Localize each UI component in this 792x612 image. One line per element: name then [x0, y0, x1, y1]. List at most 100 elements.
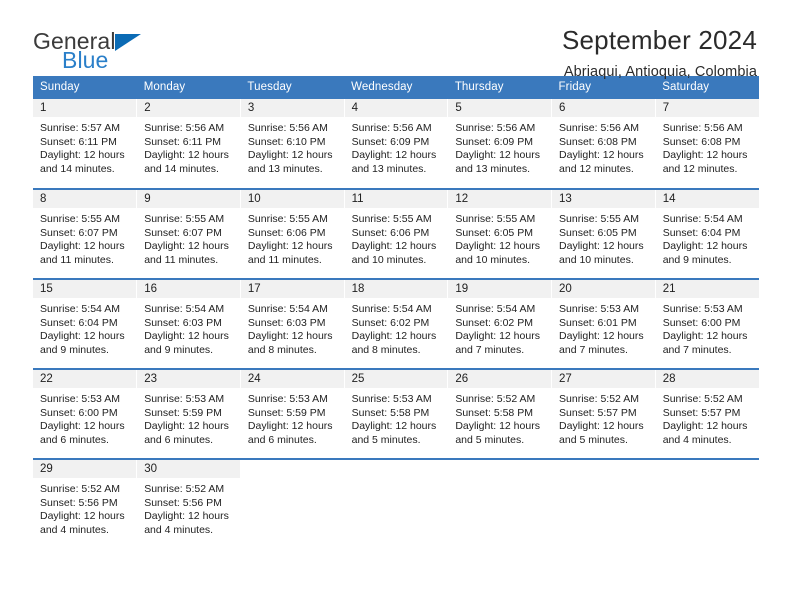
day-cell[interactable]: 17 Sunrise: 5:54 AM Sunset: 6:03 PM Dayl…: [239, 278, 345, 369]
general-blue-logo[interactable]: General Blue: [33, 26, 141, 72]
day-cell[interactable]: 20 Sunrise: 5:53 AM Sunset: 6:01 PM Dayl…: [551, 278, 656, 369]
daylight-text-line2: and 4 minutes.: [662, 433, 732, 446]
daylight-text-line2: and 11 minutes.: [247, 253, 322, 266]
title-block: September 2024 Abriaqui, Antioquia, Colo…: [562, 26, 758, 80]
sunrise-text: Sunrise: 5:55 AM: [351, 213, 432, 225]
sunset-text: Sunset: 6:06 PM: [247, 226, 326, 239]
day-cell[interactable]: 29 Sunrise: 5:52 AM Sunset: 5:56 PM Dayl…: [33, 458, 137, 549]
day-details: Sunrise: 5:55 AM Sunset: 6:06 PM Dayligh…: [345, 208, 448, 267]
weekday-header-sunday: Sunday: [33, 76, 137, 99]
sunrise-text: Sunrise: 5:55 AM: [559, 213, 639, 225]
sunset-text: Sunset: 6:00 PM: [662, 316, 741, 329]
day-details: Sunrise: 5:53 AM Sunset: 5:58 PM Dayligh…: [345, 388, 448, 447]
day-number: 23: [137, 370, 240, 388]
daylight-text-line2: and 13 minutes.: [455, 162, 531, 175]
day-cell[interactable]: 12 Sunrise: 5:55 AM Sunset: 6:05 PM Dayl…: [447, 188, 552, 279]
day-details: Sunrise: 5:52 AM Sunset: 5:56 PM Dayligh…: [137, 478, 240, 537]
location-subtitle: Abriaqui, Antioquia, Colombia: [563, 63, 757, 80]
calendar-week-row: 1 Sunrise: 5:57 AM Sunset: 6:11 PM Dayli…: [33, 99, 759, 189]
day-cell[interactable]: 5 Sunrise: 5:56 AM Sunset: 6:09 PM Dayli…: [447, 99, 552, 189]
day-details: Sunrise: 5:55 AM Sunset: 6:07 PM Dayligh…: [137, 208, 240, 267]
daylight-text-line2: and 14 minutes.: [144, 162, 219, 175]
day-cell[interactable]: 2 Sunrise: 5:56 AM Sunset: 6:11 PM Dayli…: [136, 99, 241, 189]
day-cell[interactable]: 4 Sunrise: 5:56 AM Sunset: 6:09 PM Dayli…: [343, 99, 448, 189]
day-cell[interactable]: 21 Sunrise: 5:53 AM Sunset: 6:00 PM Dayl…: [654, 278, 759, 369]
day-cell[interactable]: 27 Sunrise: 5:52 AM Sunset: 5:57 PM Dayl…: [551, 368, 656, 459]
day-details: Sunrise: 5:56 AM Sunset: 6:09 PM Dayligh…: [448, 117, 551, 176]
day-cell[interactable]: 28 Sunrise: 5:52 AM Sunset: 5:57 PM Dayl…: [654, 368, 759, 459]
day-number: [552, 460, 655, 478]
sunset-text: Sunset: 5:58 PM: [455, 406, 533, 419]
sunset-text: Sunset: 5:56 PM: [144, 496, 222, 509]
day-cell[interactable]: 15 Sunrise: 5:54 AM Sunset: 6:04 PM Dayl…: [33, 278, 137, 369]
calendar-week-row: 22 Sunrise: 5:53 AM Sunset: 6:00 PM Dayl…: [33, 368, 759, 459]
day-cell[interactable]: 23 Sunrise: 5:53 AM Sunset: 5:59 PM Dayl…: [136, 368, 241, 459]
day-cell[interactable]: 8 Sunrise: 5:55 AM Sunset: 6:07 PM Dayli…: [33, 188, 137, 279]
day-details: Sunrise: 5:56 AM Sunset: 6:09 PM Dayligh…: [345, 117, 448, 176]
sunrise-text: Sunrise: 5:52 AM: [559, 393, 639, 405]
daylight-text-line2: and 13 minutes.: [351, 162, 427, 175]
triangle-flag-icon: [114, 34, 141, 51]
daylight-text-line2: and 6 minutes.: [247, 433, 317, 446]
sunrise-text: Sunrise: 5:55 AM: [144, 213, 225, 225]
sunrise-text: Sunrise: 5:56 AM: [351, 122, 432, 134]
day-number: [344, 460, 448, 478]
daylight-text-line2: and 10 minutes.: [559, 253, 634, 266]
day-details: Sunrise: 5:54 AM Sunset: 6:04 PM Dayligh…: [656, 208, 759, 267]
day-cell[interactable]: 9 Sunrise: 5:55 AM Sunset: 6:07 PM Dayli…: [136, 188, 241, 279]
day-number: [655, 460, 759, 478]
day-cell[interactable]: 24 Sunrise: 5:53 AM Sunset: 5:59 PM Dayl…: [239, 368, 345, 459]
day-cell[interactable]: 11 Sunrise: 5:55 AM Sunset: 6:06 PM Dayl…: [343, 188, 448, 279]
day-cell[interactable]: 13 Sunrise: 5:55 AM Sunset: 6:05 PM Dayl…: [551, 188, 656, 279]
sunset-text: Sunset: 6:03 PM: [247, 316, 326, 329]
day-cell-empty: [239, 458, 345, 549]
daylight-text-line1: Daylight: 12 hours: [455, 330, 540, 343]
day-cell[interactable]: 3 Sunrise: 5:56 AM Sunset: 6:10 PM Dayli…: [239, 99, 345, 189]
day-number: 9: [137, 190, 240, 208]
sunrise-text: Sunrise: 5:52 AM: [455, 393, 536, 405]
sunset-text: Sunset: 6:07 PM: [40, 226, 118, 239]
day-details: Sunrise: 5:55 AM Sunset: 6:07 PM Dayligh…: [33, 208, 136, 267]
page-header: General Blue September 2024 Abriaqui, An…: [0, 0, 792, 80]
day-number: 22: [33, 370, 137, 388]
day-cell[interactable]: 30 Sunrise: 5:52 AM Sunset: 5:56 PM Dayl…: [136, 458, 241, 549]
sunrise-text: Sunrise: 5:55 AM: [40, 213, 120, 225]
day-cell[interactable]: 22 Sunrise: 5:53 AM Sunset: 6:00 PM Dayl…: [33, 368, 137, 459]
day-cell[interactable]: 6 Sunrise: 5:56 AM Sunset: 6:08 PM Dayli…: [551, 99, 656, 189]
day-cell[interactable]: 1 Sunrise: 5:57 AM Sunset: 6:11 PM Dayli…: [33, 99, 137, 189]
day-cell[interactable]: 10 Sunrise: 5:55 AM Sunset: 6:06 PM Dayl…: [239, 188, 345, 279]
sunrise-text: Sunrise: 5:54 AM: [455, 303, 536, 315]
day-cell-empty: [447, 458, 552, 549]
day-cell[interactable]: 26 Sunrise: 5:52 AM Sunset: 5:58 PM Dayl…: [447, 368, 552, 459]
calendar-week-row: 15 Sunrise: 5:54 AM Sunset: 6:04 PM Dayl…: [33, 278, 759, 369]
day-number: 27: [552, 370, 655, 388]
daylight-text-line1: Daylight: 12 hours: [40, 240, 125, 253]
weekday-header-tuesday: Tuesday: [240, 76, 345, 99]
daylight-text-line1: Daylight: 12 hours: [455, 420, 540, 433]
sunrise-text: Sunrise: 5:55 AM: [247, 213, 328, 225]
day-number: 4: [344, 99, 448, 117]
daylight-text-line1: Daylight: 12 hours: [247, 420, 333, 433]
day-number: [448, 460, 552, 478]
day-cell[interactable]: 25 Sunrise: 5:53 AM Sunset: 5:58 PM Dayl…: [343, 368, 448, 459]
sunrise-text: Sunrise: 5:54 AM: [247, 303, 328, 315]
daylight-text-line1: Daylight: 12 hours: [662, 330, 748, 343]
day-cell[interactable]: 14 Sunrise: 5:54 AM Sunset: 6:04 PM Dayl…: [654, 188, 759, 279]
day-cell[interactable]: 16 Sunrise: 5:54 AM Sunset: 6:03 PM Dayl…: [136, 278, 241, 369]
sunset-text: Sunset: 6:10 PM: [247, 135, 326, 148]
daylight-text-line1: Daylight: 12 hours: [351, 149, 437, 162]
sunrise-text: Sunrise: 5:56 AM: [662, 122, 743, 134]
day-details: Sunrise: 5:53 AM Sunset: 6:01 PM Dayligh…: [552, 298, 655, 357]
sunrise-text: Sunrise: 5:52 AM: [662, 393, 743, 405]
day-number: 5: [448, 99, 552, 117]
day-cell[interactable]: 18 Sunrise: 5:54 AM Sunset: 6:02 PM Dayl…: [343, 278, 448, 369]
sunrise-text: Sunrise: 5:52 AM: [144, 483, 225, 495]
daylight-text-line1: Daylight: 12 hours: [351, 330, 437, 343]
day-cell[interactable]: 7 Sunrise: 5:56 AM Sunset: 6:08 PM Dayli…: [654, 99, 759, 189]
day-cell[interactable]: 19 Sunrise: 5:54 AM Sunset: 6:02 PM Dayl…: [447, 278, 552, 369]
daylight-text-line1: Daylight: 12 hours: [662, 149, 748, 162]
day-number: 11: [344, 190, 448, 208]
sunrise-text: Sunrise: 5:53 AM: [144, 393, 225, 405]
daylight-text-line2: and 14 minutes.: [40, 162, 115, 175]
day-number: 8: [33, 190, 137, 208]
